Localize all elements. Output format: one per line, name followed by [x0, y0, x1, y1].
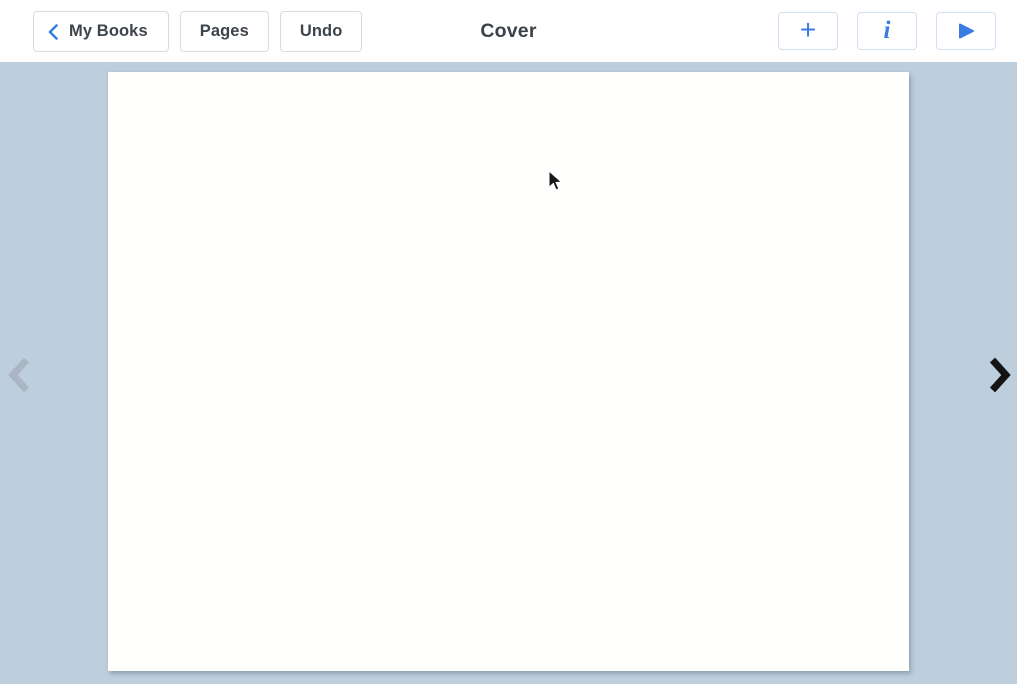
my-books-label: My Books [69, 22, 148, 41]
undo-button[interactable]: Undo [280, 11, 363, 52]
my-books-button[interactable]: My Books [33, 11, 169, 52]
toolbar-right-group: + i [778, 12, 996, 50]
back-chevron-icon [48, 24, 58, 40]
toolbar: My Books Pages Undo Cover + i [0, 0, 1017, 62]
pages-button[interactable]: Pages [180, 11, 269, 52]
prev-page-chevron-icon[interactable] [7, 356, 32, 394]
next-page-chevron-icon[interactable] [987, 356, 1012, 394]
play-button[interactable] [936, 12, 996, 50]
toolbar-left-group: My Books Pages Undo [33, 11, 362, 52]
pages-label: Pages [200, 22, 249, 41]
canvas-area [0, 62, 1017, 684]
info-icon: i [884, 18, 891, 43]
info-button[interactable]: i [857, 12, 917, 50]
play-icon [957, 22, 975, 40]
book-editor-window: My Books Pages Undo Cover + i [0, 0, 1017, 684]
add-button[interactable]: + [778, 12, 838, 50]
plus-icon: + [800, 16, 816, 44]
undo-label: Undo [300, 22, 343, 41]
page-title: Cover [480, 0, 536, 62]
book-page[interactable] [108, 72, 909, 671]
